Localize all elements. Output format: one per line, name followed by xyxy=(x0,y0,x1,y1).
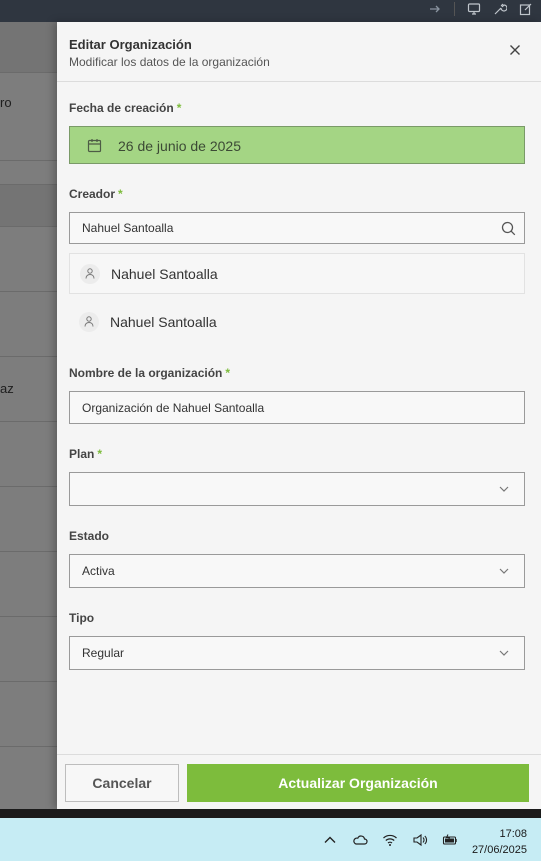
status-value: Activa xyxy=(82,564,115,578)
suggestion-name: Nahuel Santoalla xyxy=(111,266,218,282)
plan-label: Plan * xyxy=(69,447,103,461)
cloud-icon[interactable] xyxy=(352,833,368,847)
window-bottom-edge xyxy=(0,809,541,818)
chevron-down-icon xyxy=(499,650,509,656)
creator-input-value: Nahuel Santoalla xyxy=(82,221,174,235)
status-select[interactable]: Activa xyxy=(69,554,525,588)
chevron-down-icon xyxy=(499,568,509,574)
creator-suggestion-item[interactable]: Nahuel Santoalla xyxy=(69,253,525,294)
type-select[interactable]: Regular xyxy=(69,636,525,670)
modal-footer: Cancelar Actualizar Organización xyxy=(57,754,541,809)
monitor-icon[interactable] xyxy=(467,2,481,16)
speaker-icon[interactable] xyxy=(412,833,428,847)
system-tray xyxy=(322,833,458,847)
table-row: ro xyxy=(0,72,60,160)
battery-icon[interactable] xyxy=(442,833,458,847)
divider xyxy=(454,2,455,16)
clock-time: 17:08 xyxy=(499,828,527,840)
calendar-icon xyxy=(87,139,102,153)
edit-icon[interactable] xyxy=(519,2,533,16)
table-row xyxy=(0,421,60,486)
arrow-right-icon[interactable] xyxy=(428,2,442,16)
plan-select[interactable] xyxy=(69,472,525,506)
table-row xyxy=(0,291,60,356)
table-row xyxy=(0,616,60,681)
creator-search-input[interactable]: Nahuel Santoalla xyxy=(69,212,525,244)
row-snippet: ro xyxy=(0,95,12,110)
nombre-label: Nombre de la organización * xyxy=(69,366,231,380)
table-row xyxy=(0,746,60,809)
update-organization-button[interactable]: Actualizar Organización xyxy=(187,764,529,802)
modal-header: Editar Organización Modificar los datos … xyxy=(57,22,541,82)
user-icon xyxy=(79,312,99,332)
table-row xyxy=(0,22,60,72)
table-row xyxy=(0,486,60,551)
fecha-label: Fecha de creación * xyxy=(69,101,182,115)
modal-subtitle: Modificar los datos de la organización xyxy=(69,55,270,69)
estado-label: Estado xyxy=(69,529,110,543)
chevron-up-icon[interactable] xyxy=(322,833,338,847)
creation-date-field[interactable]: 26 de junio de 2025 xyxy=(69,126,525,164)
background-table: ro az xyxy=(0,22,60,809)
cancel-button[interactable]: Cancelar xyxy=(65,764,179,802)
table-row xyxy=(0,551,60,616)
type-value: Regular xyxy=(82,646,125,660)
search-icon[interactable] xyxy=(501,221,516,236)
user-icon xyxy=(80,264,100,284)
table-row xyxy=(0,160,60,184)
creator-suggestion-item[interactable]: Nahuel Santoalla xyxy=(69,302,525,343)
taskbar: 17:08 27/06/2025 xyxy=(0,818,541,861)
wifi-icon[interactable] xyxy=(382,833,398,847)
creation-date-value: 26 de junio de 2025 xyxy=(118,138,241,154)
wrench-icon[interactable] xyxy=(493,2,507,16)
system-clock[interactable]: 17:08 27/06/2025 xyxy=(472,826,527,858)
table-row: az xyxy=(0,356,60,421)
row-snippet: az xyxy=(0,381,14,396)
tipo-label: Tipo xyxy=(69,611,95,625)
table-row xyxy=(0,184,60,226)
table-row xyxy=(0,681,60,746)
organization-name-input[interactable]: Organización de Nahuel Santoalla xyxy=(69,391,525,424)
creador-label: Creador * xyxy=(69,187,123,201)
suggestion-name: Nahuel Santoalla xyxy=(110,314,217,330)
chevron-down-icon xyxy=(499,486,509,492)
modal-title: Editar Organización xyxy=(69,37,192,52)
clock-date: 27/06/2025 xyxy=(471,844,527,856)
table-row xyxy=(0,226,60,291)
organization-name-value: Organización de Nahuel Santoalla xyxy=(82,400,265,415)
top-toolbar xyxy=(0,0,541,22)
close-icon[interactable] xyxy=(507,42,523,58)
edit-organization-modal: Editar Organización Modificar los datos … xyxy=(57,22,541,809)
